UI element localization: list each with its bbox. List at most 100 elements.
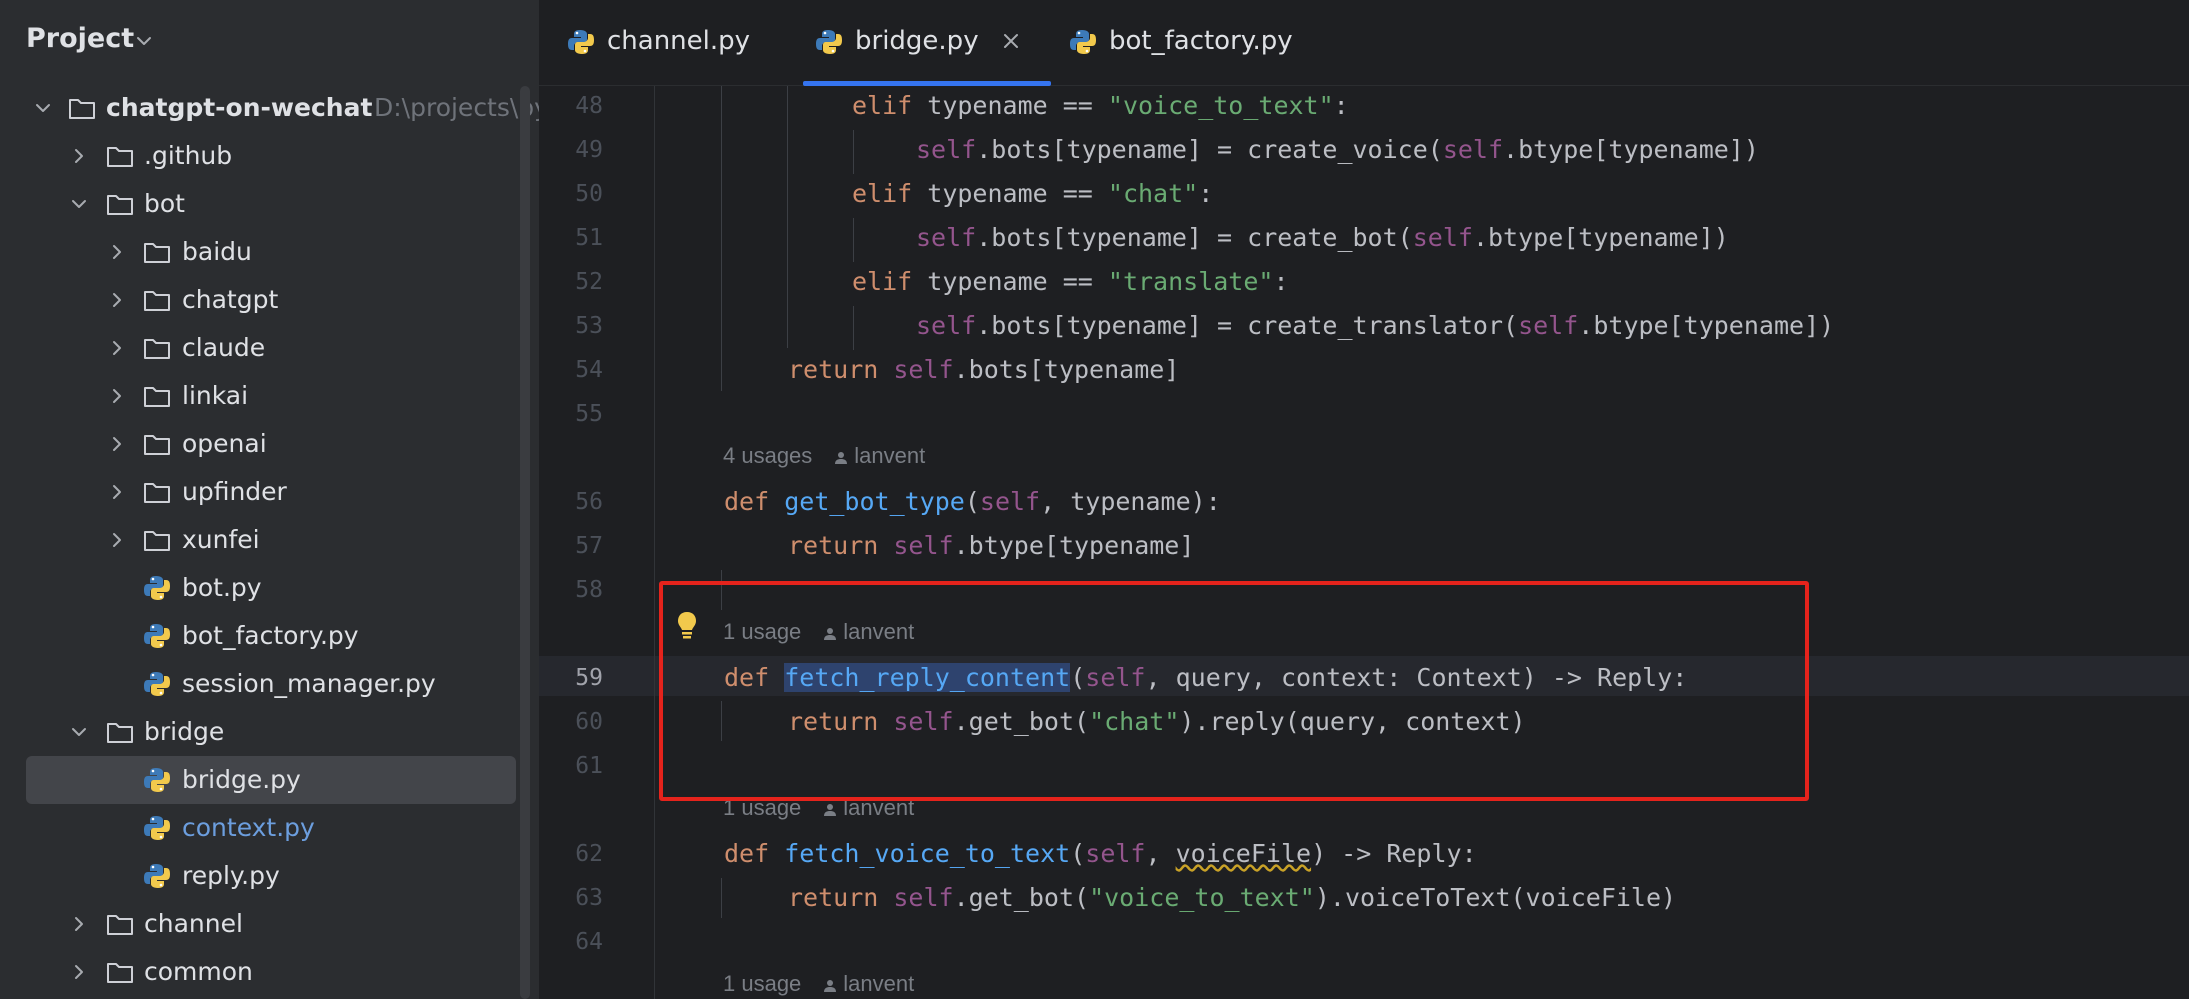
line-number: 62: [575, 841, 603, 867]
chevron-right-icon[interactable]: [106, 241, 128, 263]
code-line-63: return self.get_bot("voice_to_text").voi…: [788, 883, 1676, 912]
indent-guide: [853, 130, 854, 174]
chevron-down-icon[interactable]: [68, 193, 90, 215]
python-file-icon: [144, 816, 170, 840]
chevron-down-icon[interactable]: [32, 97, 54, 119]
tree-item-common[interactable]: common: [0, 948, 520, 996]
chevron-right-icon[interactable]: [106, 529, 128, 551]
tree-item-label: xunfei: [182, 525, 260, 554]
code-editor[interactable]: 48 49 50 51 52 53 54 55 56 57 58 59 60 6…: [539, 86, 2189, 999]
close-icon[interactable]: [999, 29, 1023, 53]
tree-item-root[interactable]: chatgpt-on-wechat D:\projects\py: [0, 84, 539, 132]
tab-channel-py[interactable]: channel.py: [567, 0, 797, 86]
tree-item-bridge-py[interactable]: bridge.py: [0, 756, 520, 804]
chevron-right-icon[interactable]: [68, 961, 90, 983]
self-keyword: self: [893, 355, 954, 384]
tree-item-bot[interactable]: bot: [0, 180, 520, 228]
tree-item-label: bridge.py: [182, 765, 301, 794]
folder-icon: [69, 99, 95, 119]
tree-item-bot-py[interactable]: bot.py: [0, 564, 520, 612]
code-line-57: return self.btype[typename]: [788, 531, 1194, 560]
python-file-icon: [144, 624, 170, 648]
line-number: 63: [575, 885, 603, 911]
code-text: :: [1333, 91, 1349, 120]
project-sidebar: Project chatgpt-on-wechat D:\projects\py…: [0, 0, 539, 999]
keyword: elif: [852, 267, 913, 296]
keyword: return: [788, 883, 879, 912]
tree-item-bot-factory-py[interactable]: bot_factory.py: [0, 612, 520, 660]
tree-item-label: chatgpt-on-wechat: [106, 93, 373, 122]
folder-icon: [144, 339, 170, 359]
tab-bridge-py[interactable]: bridge.py: [803, 0, 1051, 86]
tree-item-chatgpt[interactable]: chatgpt: [0, 276, 520, 324]
chevron-right-icon[interactable]: [68, 145, 90, 167]
self-keyword: self: [1442, 135, 1504, 164]
string-literal: "translate": [1107, 267, 1274, 296]
tree-item-claude[interactable]: claude: [0, 324, 520, 372]
python-file-icon: [816, 30, 842, 54]
project-view-title[interactable]: Project: [26, 23, 134, 54]
python-file-icon: [144, 576, 170, 600]
string-literal: "voice_to_text": [1089, 883, 1315, 912]
tree-item-label: baidu: [182, 237, 252, 266]
person-icon: [835, 451, 848, 464]
code-text: typename ==: [912, 179, 1108, 208]
person-icon: [824, 803, 837, 816]
folder-icon: [144, 483, 170, 503]
python-file-icon: [144, 864, 170, 888]
code-line-48: elif typename == "voice_to_text":: [852, 91, 1349, 120]
tree-item-label: bot.py: [182, 573, 262, 602]
tree-item-xunfei[interactable]: xunfei: [0, 516, 520, 564]
tree-item-github[interactable]: .github: [0, 132, 520, 180]
self-keyword: self: [916, 311, 977, 340]
python-file-icon: [1070, 30, 1096, 54]
editor-tab-bar: channel.py bridge.py bot_factory.py: [539, 0, 2189, 86]
chevron-down-icon[interactable]: [68, 721, 90, 743]
tree-item-session-manager-py[interactable]: session_manager.py: [0, 660, 520, 708]
tree-item-bridge[interactable]: bridge: [0, 708, 520, 756]
function-name[interactable]: fetch_voice_to_text: [784, 839, 1070, 868]
line-number: 50: [575, 181, 603, 207]
indent-guide: [721, 86, 722, 391]
tree-item-upfinder[interactable]: upfinder: [0, 468, 520, 516]
tree-item-reply-py[interactable]: reply.py: [0, 852, 520, 900]
sidebar-scrollbar[interactable]: [520, 86, 530, 999]
tree-item-label: common: [144, 957, 253, 986]
author-name: lanvent: [854, 443, 926, 468]
usages-count: 4 usages: [723, 443, 813, 468]
tree-item-baidu[interactable]: baidu: [0, 228, 520, 276]
usages-hint[interactable]: 1 usage lanvent: [723, 971, 914, 997]
tree-item-openai[interactable]: openai: [0, 420, 520, 468]
chevron-right-icon[interactable]: [106, 481, 128, 503]
code-line-62: def fetch_voice_to_text(self, voiceFile)…: [724, 839, 1477, 868]
usages-hint[interactable]: 4 usages lanvent: [723, 443, 925, 469]
line-number: 51: [575, 225, 603, 251]
tree-item-context-py[interactable]: context.py: [0, 804, 520, 852]
keyword: elif: [852, 179, 913, 208]
chevron-down-icon[interactable]: [133, 30, 155, 52]
tree-item-label: bot_factory.py: [182, 621, 359, 650]
string-literal: "voice_to_text": [1107, 91, 1334, 120]
tree-item-channel[interactable]: channel: [0, 900, 520, 948]
chevron-right-icon[interactable]: [106, 337, 128, 359]
tab-bot-factory-py[interactable]: bot_factory.py: [1069, 0, 1329, 86]
python-file-icon: [144, 768, 170, 792]
self-keyword: self: [893, 883, 954, 912]
folder-icon: [144, 435, 170, 455]
function-name[interactable]: get_bot_type: [784, 487, 965, 516]
usages-count: 1 usage: [723, 971, 802, 996]
parameter-warning[interactable]: voiceFile: [1176, 839, 1311, 868]
self-keyword: self: [916, 135, 977, 164]
tree-item-label: channel: [144, 909, 243, 938]
chevron-right-icon[interactable]: [106, 433, 128, 455]
chevron-right-icon[interactable]: [106, 289, 128, 311]
tree-item-linkai[interactable]: linkai: [0, 372, 520, 420]
line-number: 57: [575, 533, 603, 559]
annotation-highlight-box: [659, 581, 1809, 801]
tree-item-label: linkai: [182, 381, 249, 410]
keyword: elif: [852, 91, 913, 120]
code-text: typename ==: [912, 91, 1108, 120]
chevron-right-icon[interactable]: [68, 913, 90, 935]
line-number: 52: [575, 269, 603, 295]
chevron-right-icon[interactable]: [106, 385, 128, 407]
